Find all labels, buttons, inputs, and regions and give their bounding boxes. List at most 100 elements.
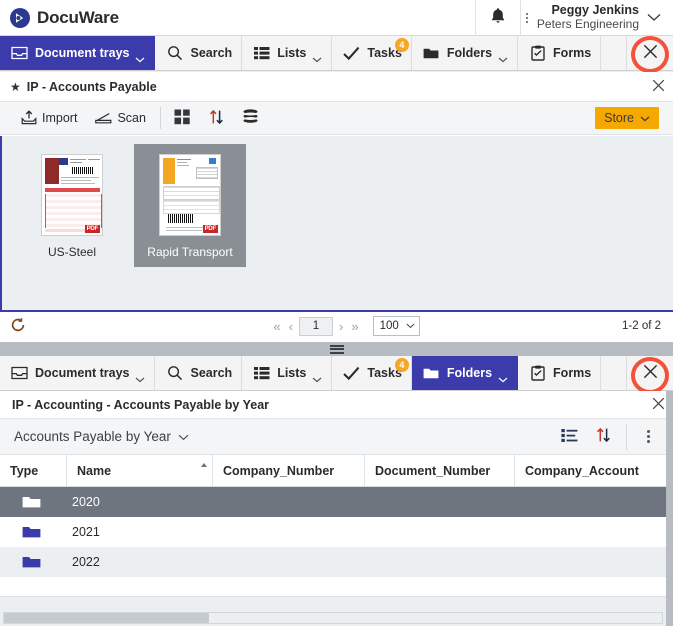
close-tray-button[interactable] <box>652 79 665 95</box>
first-page-button[interactable]: « <box>271 319 282 334</box>
folder-icon <box>22 525 42 539</box>
user-organization: Peters Engineering <box>537 18 639 32</box>
tray-title: IP - Accounts Payable <box>27 80 157 94</box>
folders-panel: IP - Accounting - Accounts Payable by Ye… <box>0 391 673 626</box>
close-panel-button-bottom[interactable] <box>627 356 673 390</box>
table-row[interactable]: 2020 <box>0 487 673 517</box>
vertical-scrollbar[interactable] <box>666 391 673 626</box>
document-card-0[interactable]: PDF US-Steel <box>16 144 128 267</box>
folders-more-menu-button[interactable] <box>631 419 665 455</box>
clipboard-icon <box>529 45 546 61</box>
lists-icon <box>253 45 270 61</box>
nav-label: Lists <box>277 46 306 60</box>
row-name-cell: 2021 <box>72 525 100 539</box>
store-button[interactable]: Store <box>595 107 659 129</box>
star-filled-icon[interactable]: ★ <box>10 80 21 94</box>
docuware-logo[interactable]: DocuWare <box>10 8 119 28</box>
horizontal-scrollbar[interactable] <box>3 612 663 624</box>
user-menu[interactable]: Peggy Jenkins Peters Engineering <box>533 0 673 36</box>
main-navigation-top: Document trays Search Li <box>0 36 673 71</box>
nav-spacer <box>601 36 627 70</box>
chevron-down-icon <box>135 52 145 66</box>
check-icon <box>343 365 360 381</box>
nav-document-trays-top[interactable]: Document trays <box>0 36 155 70</box>
nav-search-bottom[interactable]: Search <box>155 356 242 390</box>
sort-button[interactable] <box>200 102 234 135</box>
import-button[interactable]: Import <box>12 102 86 135</box>
header-overflow-menu[interactable] <box>521 0 533 36</box>
nav-folders-top[interactable]: Folders <box>412 36 518 70</box>
close-panel-button-top[interactable] <box>627 36 673 70</box>
import-upload-icon <box>21 110 37 126</box>
list-view-icon <box>561 428 578 446</box>
folder-selector-label: Accounts Payable by Year <box>14 429 171 444</box>
tray-title-bar: ★ IP - Accounts Payable <box>0 72 673 102</box>
folder-icon <box>423 45 440 61</box>
nav-tasks-top[interactable]: Tasks 4 <box>332 36 412 70</box>
previous-page-button[interactable]: ‹ <box>287 319 295 334</box>
pane-splitter[interactable] <box>0 342 673 356</box>
document-thumbnail: PDF <box>159 154 221 236</box>
splitter-grip-icon <box>330 345 344 354</box>
folder-icon <box>22 555 42 569</box>
nav-label: Document trays <box>35 366 129 380</box>
page-number-input[interactable]: 1 <box>299 317 333 336</box>
page-size-select[interactable]: 100 <box>373 316 420 336</box>
scan-button[interactable]: Scan <box>86 102 155 135</box>
refresh-button[interactable] <box>10 317 26 336</box>
tray-footer-bar: « ‹ 1 › » 100 1-2 of 2 <box>0 312 673 340</box>
notification-bell-button[interactable] <box>475 0 521 36</box>
row-name-cell: 2020 <box>72 495 100 509</box>
main-navigation-bottom: Document trays Search Li <box>0 356 673 391</box>
database-stack-button[interactable] <box>234 102 268 135</box>
pdf-badge: PDF <box>203 225 218 233</box>
column-header-name[interactable]: Name <box>66 455 212 486</box>
tile-view-button[interactable] <box>166 102 200 135</box>
nav-document-trays-bottom[interactable]: Document trays <box>0 356 155 390</box>
last-page-button[interactable]: » <box>349 319 360 334</box>
horizontal-scrollbar-thumb[interactable] <box>4 613 209 623</box>
column-header-document-number[interactable]: Document_Number <box>364 455 514 486</box>
column-header-type[interactable]: Type <box>0 455 66 486</box>
scanner-icon <box>95 111 112 125</box>
clipboard-icon <box>529 365 546 381</box>
column-header-company-number[interactable]: Company_Number <box>212 455 364 486</box>
column-header-company-account[interactable]: Company_Account <box>514 455 673 486</box>
tile-view-icon <box>174 109 191 128</box>
chevron-down-icon <box>135 372 145 386</box>
chevron-down-icon <box>312 372 322 386</box>
nav-search-top[interactable]: Search <box>155 36 242 70</box>
nav-label: Forms <box>553 366 591 380</box>
sort-updown-icon <box>596 427 611 446</box>
folders-bottom-bar <box>0 596 673 626</box>
nav-spacer <box>601 356 627 390</box>
nav-forms-top[interactable]: Forms <box>518 36 601 70</box>
nav-lists-bottom[interactable]: Lists <box>242 356 332 390</box>
document-card-1[interactable]: PDF Rapid Transport <box>134 144 246 267</box>
user-identity: Peggy Jenkins Peters Engineering <box>537 3 639 31</box>
tray-document-area: PDF US-Steel PDF <box>0 136 673 312</box>
next-page-button[interactable]: › <box>337 319 345 334</box>
nav-label: Folders <box>447 366 492 380</box>
document-thumbnail: PDF <box>41 154 103 236</box>
close-icon <box>643 44 658 62</box>
toolbar-divider <box>160 107 161 129</box>
chevron-down-icon <box>640 111 650 125</box>
nav-tasks-bottom[interactable]: Tasks 4 <box>332 356 412 390</box>
user-name: Peggy Jenkins <box>537 3 639 17</box>
nav-folders-bottom[interactable]: Folders <box>412 356 518 390</box>
nav-forms-bottom[interactable]: Forms <box>518 356 601 390</box>
folder-selector-dropdown[interactable]: Accounts Payable by Year <box>14 429 189 444</box>
sort-button[interactable] <box>586 419 620 455</box>
list-view-button[interactable] <box>552 419 586 455</box>
chevron-down-icon <box>498 52 508 66</box>
docuware-circle-logo-icon <box>10 8 30 28</box>
document-name: US-Steel <box>48 245 96 259</box>
column-header-name-label: Name <box>77 464 111 478</box>
table-row[interactable]: 2022 <box>0 547 673 577</box>
tray-toolbar: Import Scan <box>0 102 673 135</box>
table-row[interactable]: 2021 <box>0 517 673 547</box>
nav-lists-top[interactable]: Lists <box>242 36 332 70</box>
search-icon <box>166 365 183 381</box>
close-folders-button[interactable] <box>652 397 665 413</box>
